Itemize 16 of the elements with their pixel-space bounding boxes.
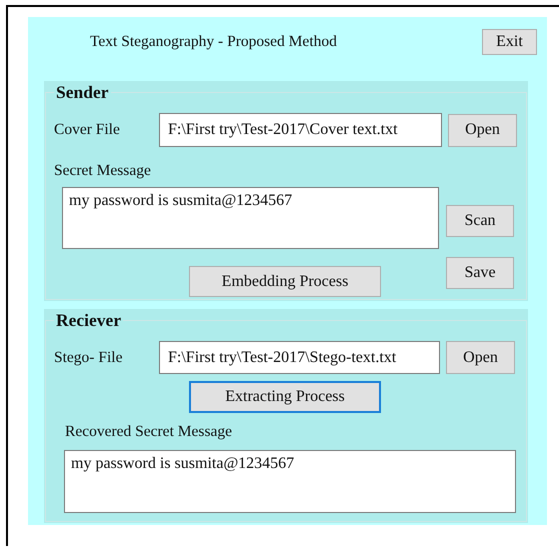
exit-button[interactable]: Exit bbox=[482, 28, 537, 54]
field-label: Stego- File bbox=[54, 348, 124, 366]
save-button[interactable]: Save bbox=[446, 257, 514, 289]
input-field[interactable]: F:\First try\Test-2017\Stego-text.txt bbox=[159, 341, 440, 374]
text-area[interactable]: my password is susmita@1234567 bbox=[64, 450, 516, 513]
open-button[interactable]: Open bbox=[446, 341, 515, 374]
extract-button[interactable]: Extracting Process bbox=[189, 381, 381, 413]
field-label: Cover File bbox=[54, 121, 121, 139]
field-label: Secret Message bbox=[54, 162, 151, 180]
input-field[interactable]: F:\First try\Test-2017\Cover text.txt bbox=[159, 113, 442, 147]
open-button[interactable]: Open bbox=[448, 114, 517, 146]
embed-button[interactable]: Embedding Process bbox=[189, 266, 381, 297]
scan-button[interactable]: Scan bbox=[446, 205, 514, 237]
text-area[interactable]: my password is susmita@1234567 bbox=[62, 187, 439, 249]
window-title: Text Steganography - Proposed Method bbox=[90, 32, 337, 50]
field-label: Recovered Secret Message bbox=[65, 423, 232, 441]
